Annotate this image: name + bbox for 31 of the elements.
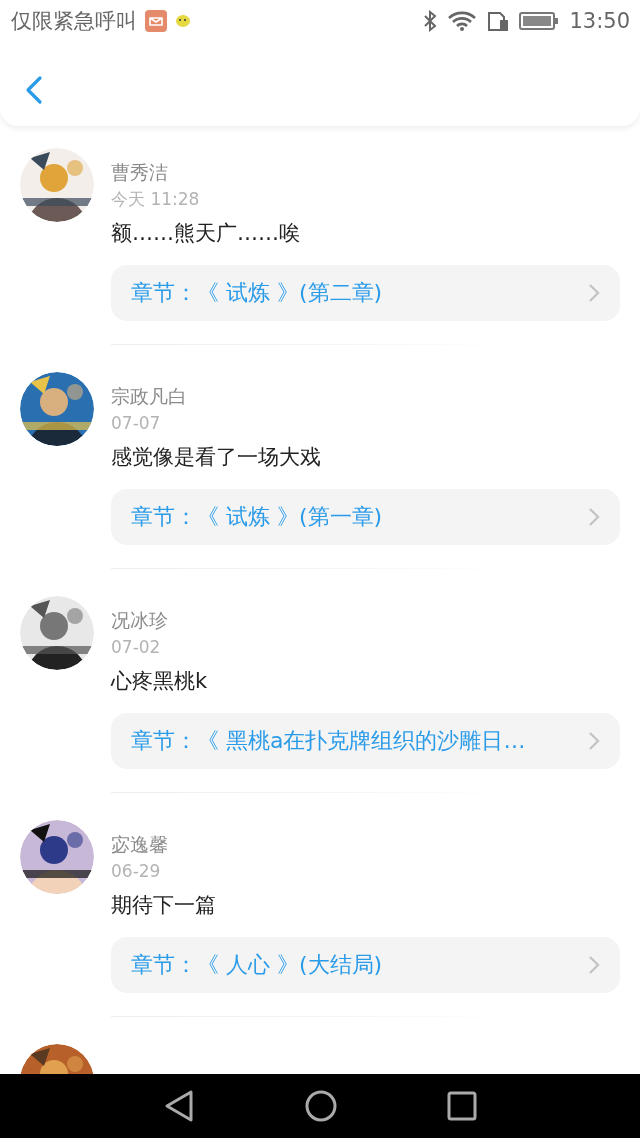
chapter-link[interactable]: 章节：《 黑桃a在扑克牌组织的沙雕日… — [111, 713, 620, 769]
chevron-icon — [588, 955, 600, 975]
user-name: 宗政凡白 — [111, 384, 188, 408]
bluetooth-icon — [423, 10, 438, 32]
battery-icon — [519, 11, 560, 31]
user-name: 曹秀洁 — [111, 160, 169, 184]
comment-date: 07-07 — [111, 412, 162, 434]
chapter-link[interactable]: 章节：《 人心 》(大结局) — [111, 937, 620, 993]
back-nav-button[interactable] — [163, 1089, 195, 1123]
mascot-icon — [175, 14, 191, 28]
sim-card-icon — [487, 10, 510, 32]
chapter-link[interactable]: 章节：《 试炼 》(第一章) — [111, 489, 620, 545]
chevron-icon — [588, 507, 600, 527]
wifi-icon — [447, 10, 478, 32]
comment-text: 期待下一篇 — [111, 892, 217, 919]
user-name: 宓逸馨 — [111, 832, 169, 856]
clock-text: 13:50 — [569, 9, 630, 33]
chapter-link[interactable]: 章节：《 试炼 》(第二章) — [111, 265, 620, 321]
chevron-icon — [588, 283, 600, 303]
carrier-text: 仅限紧急呼叫 — [11, 8, 137, 35]
recents-button[interactable] — [447, 1091, 477, 1121]
home-button[interactable] — [305, 1090, 337, 1122]
comment-text: 感觉像是看了一场大戏 — [111, 444, 322, 471]
mail-icon — [145, 10, 167, 32]
comment-date: 06-29 — [111, 860, 162, 882]
comment-text: 心疼黑桃k — [111, 668, 209, 695]
comment-text: 额……熊天广……唉 — [111, 220, 301, 247]
chevron-icon — [588, 731, 600, 751]
comment-date: 07-02 — [111, 636, 162, 658]
user-name: 况冰珍 — [111, 608, 169, 632]
comment-date: 今天 11:28 — [111, 188, 201, 210]
